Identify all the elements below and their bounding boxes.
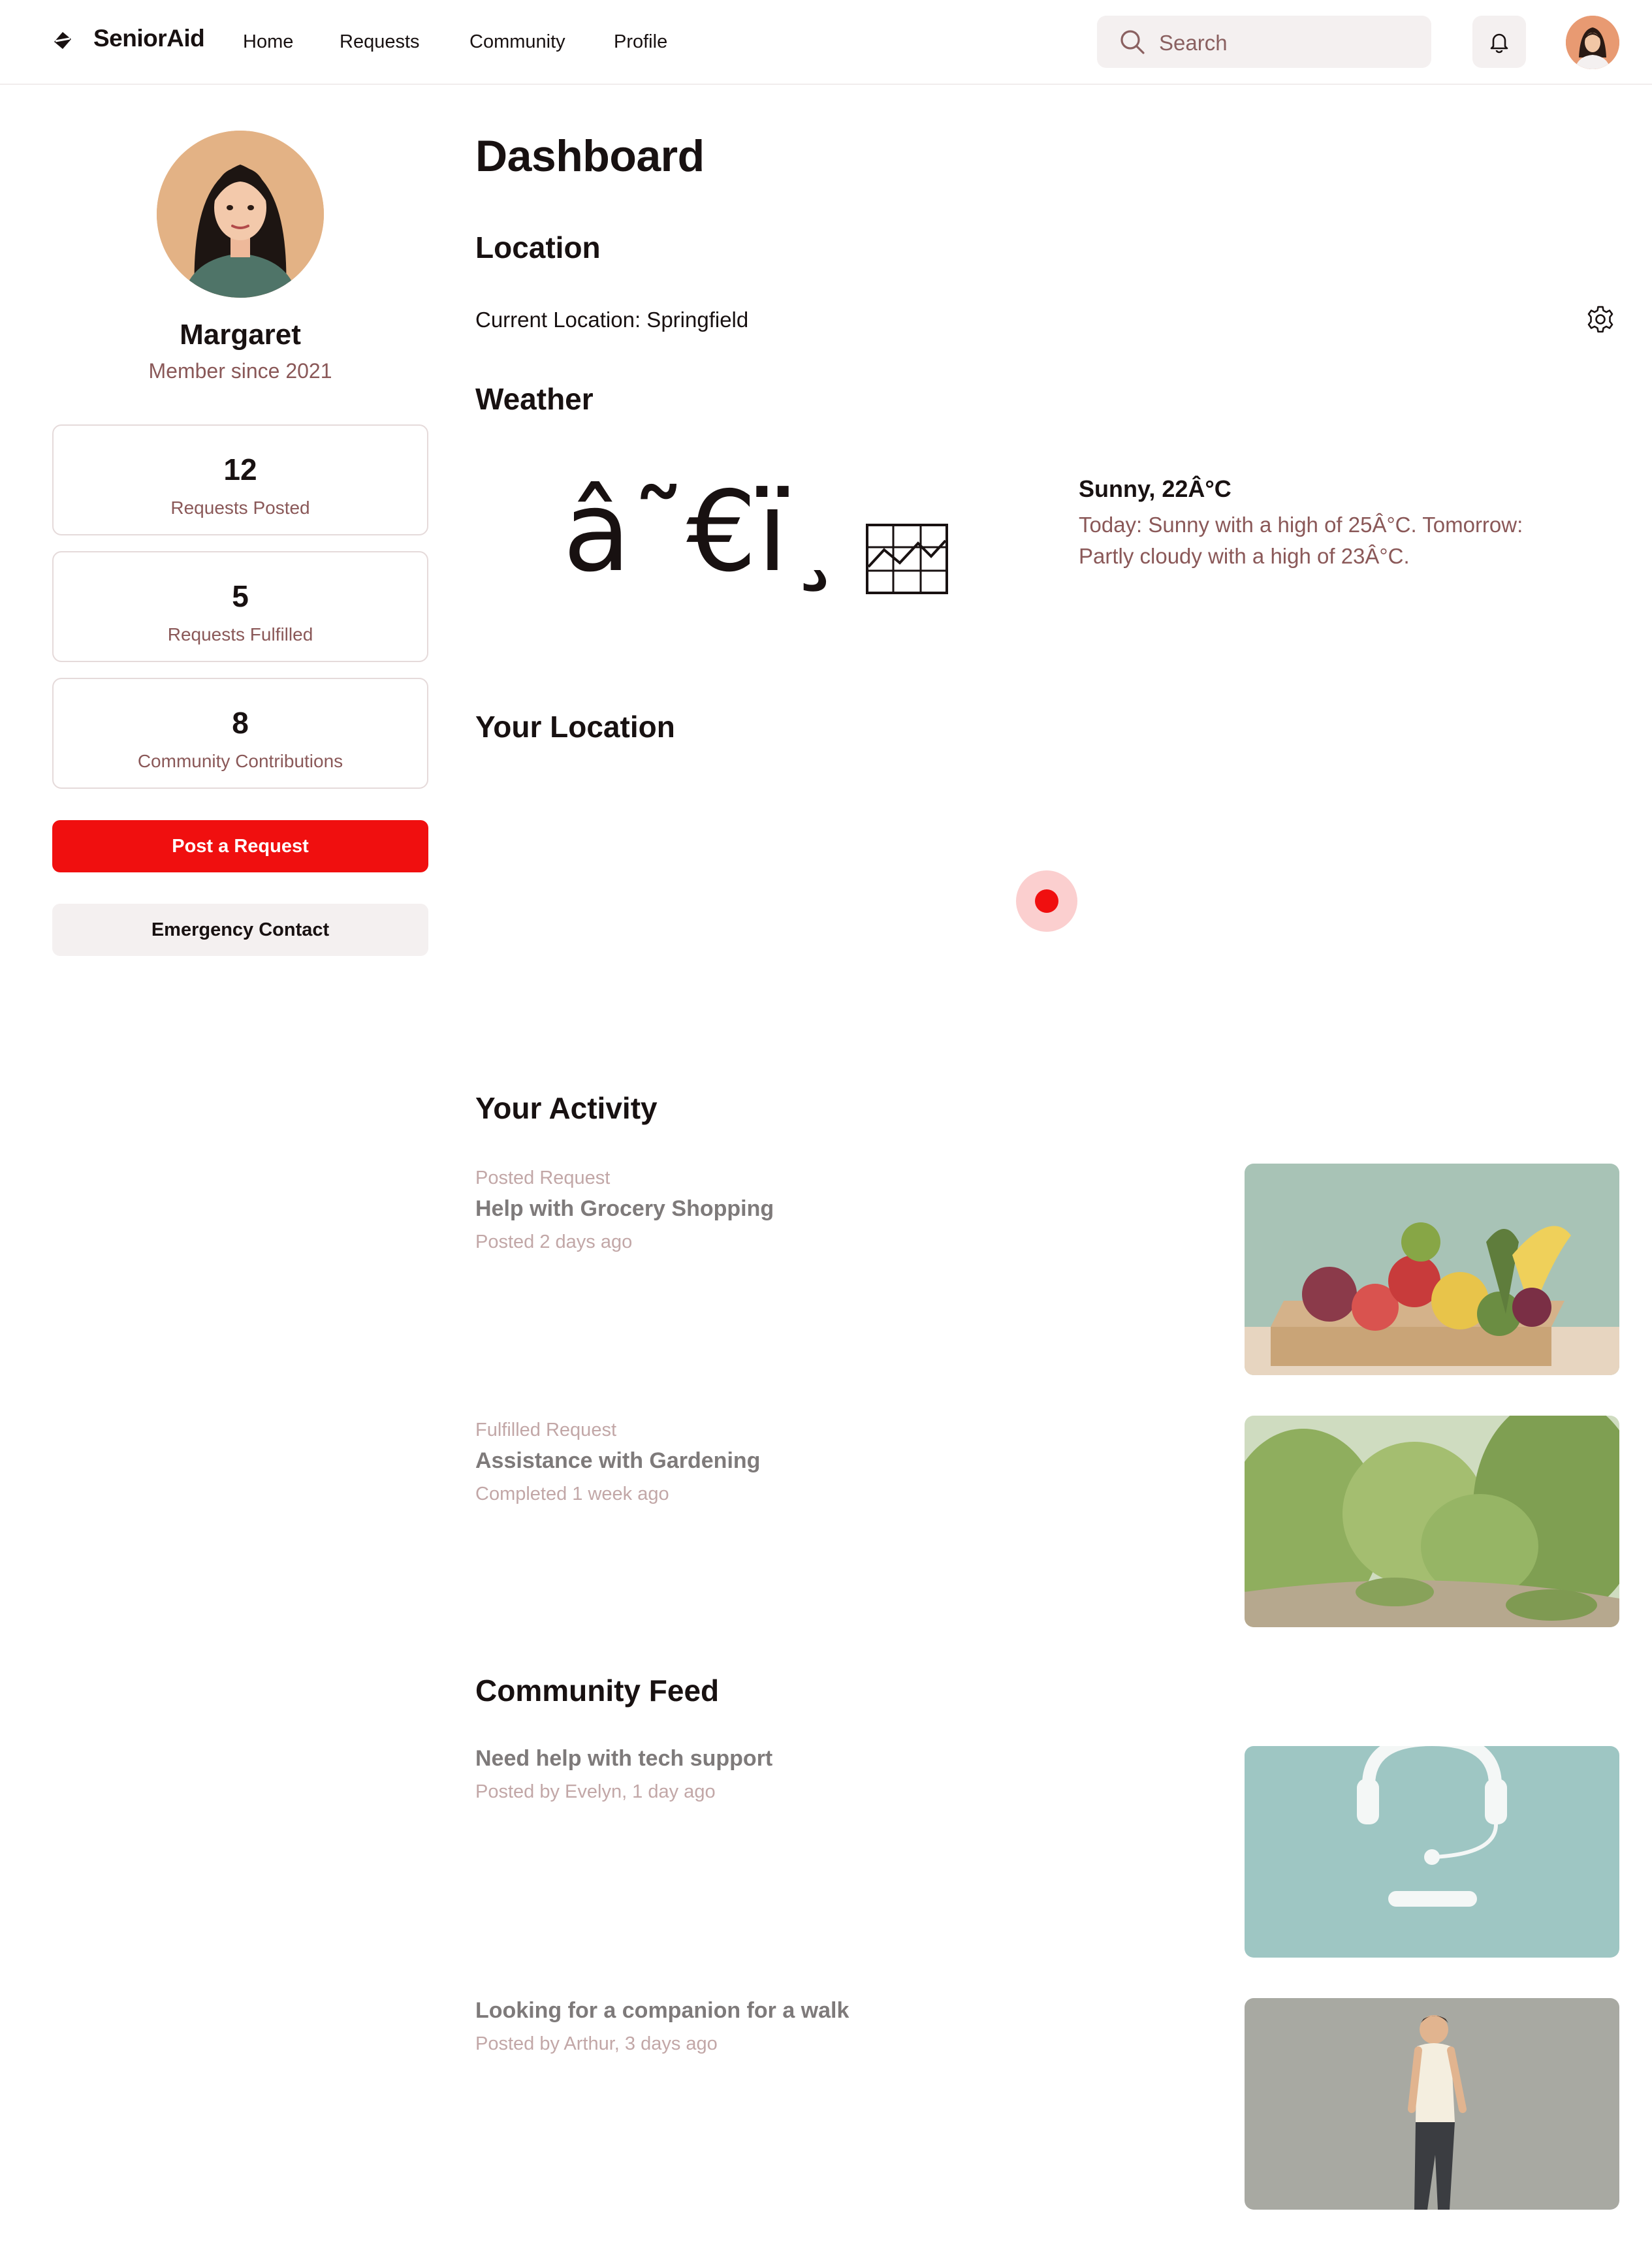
nav-community[interactable]: Community	[469, 31, 565, 53]
weather-icon-text: â˜€ï¸	[563, 468, 844, 597]
nav-home[interactable]: Home	[243, 31, 293, 53]
location-pin[interactable]	[1035, 889, 1058, 913]
bell-icon	[1490, 33, 1508, 54]
search-icon	[1120, 30, 1145, 54]
map-heading: Your Location	[475, 710, 675, 744]
stat-requests-posted: 12 Requests Posted	[52, 424, 428, 535]
stat-community-contributions: 8 Community Contributions	[52, 678, 428, 789]
stat-label: Community Contributions	[137, 751, 343, 771]
feed-meta: Posted by Arthur, 3 days ago	[475, 2033, 718, 2054]
feed-title[interactable]: Looking for a companion for a walk	[475, 1998, 849, 2024]
logo-icon[interactable]	[52, 30, 73, 51]
garden-image	[1245, 1416, 1619, 1627]
user-avatar[interactable]	[1566, 16, 1619, 69]
activity-meta: Posted 2 days ago	[475, 1232, 633, 1252]
profile-avatar	[157, 131, 324, 298]
chart-icon	[866, 524, 948, 594]
walk-companion-image	[1245, 1998, 1619, 2210]
nav-profile[interactable]: Profile	[614, 31, 667, 53]
activity-title[interactable]: Help with Grocery Shopping	[475, 1196, 774, 1222]
page-title: Dashboard	[475, 131, 705, 181]
feed-title[interactable]: Need help with tech support	[475, 1746, 772, 1772]
notifications-button[interactable]	[1472, 16, 1526, 68]
activity-title[interactable]: Assistance with Gardening	[475, 1448, 760, 1474]
location-heading: Location	[475, 230, 601, 264]
activity-type: Posted Request	[475, 1168, 611, 1188]
profile-name: Margaret	[180, 319, 301, 351]
activity-heading: Your Activity	[475, 1091, 658, 1125]
feed-item[interactable]: Need help with tech support Posted by Ev…	[475, 1746, 1619, 1958]
weather-forecast: Today: Sunny with a high of 25Â°C. Tomor…	[1079, 513, 1523, 568]
stat-label: Requests Posted	[170, 498, 310, 518]
gear-icon[interactable]	[1585, 304, 1615, 334]
emergency-contact-button[interactable]: Emergency Contact	[52, 904, 428, 956]
feed-item[interactable]: Looking for a companion for a walk Poste…	[475, 1998, 1619, 2210]
stat-value: 12	[223, 453, 257, 486]
grocery-image	[1245, 1164, 1619, 1375]
brand-name[interactable]: SeniorAid	[93, 25, 205, 52]
current-location: Current Location: Springfield	[475, 308, 749, 332]
activity-type: Fulfilled Request	[475, 1420, 616, 1440]
weather-summary: Sunny, 22Â°C	[1079, 475, 1231, 502]
stat-label: Requests Fulfilled	[167, 624, 313, 644]
feed-heading: Community Feed	[475, 1674, 720, 1708]
activity-item[interactable]: Posted Request Help with Grocery Shoppin…	[475, 1164, 1619, 1375]
post-request-button[interactable]: Post a Request	[52, 820, 428, 872]
search-placeholder: Search	[1159, 31, 1228, 55]
weather-heading: Weather	[475, 382, 594, 416]
nav-requests[interactable]: Requests	[340, 31, 420, 53]
activity-meta: Completed 1 week ago	[475, 1484, 669, 1504]
search-input[interactable]: Search	[1097, 16, 1431, 68]
top-navbar: SeniorAid Home Requests Community Profil…	[0, 0, 1652, 85]
stat-value: 8	[232, 706, 249, 740]
stat-value: 5	[232, 579, 249, 613]
member-since: Member since 2021	[148, 359, 332, 383]
stat-requests-fulfilled: 5 Requests Fulfilled	[52, 551, 428, 662]
feed-meta: Posted by Evelyn, 1 day ago	[475, 1781, 716, 1802]
activity-item[interactable]: Fulfilled Request Assistance with Garden…	[475, 1416, 1619, 1627]
tech-support-image	[1245, 1746, 1619, 1958]
